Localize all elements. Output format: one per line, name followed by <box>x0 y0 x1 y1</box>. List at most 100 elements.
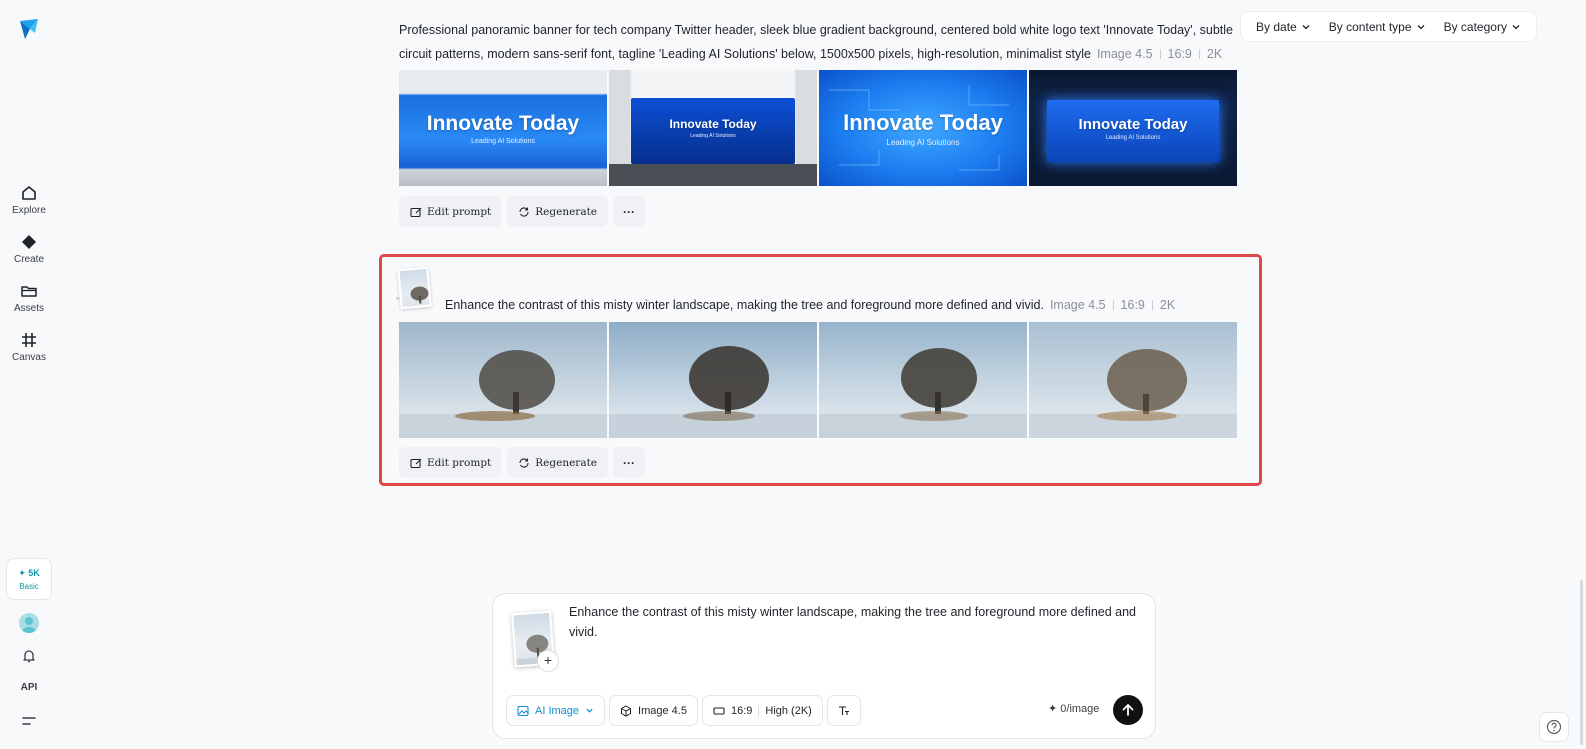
app-logo-icon[interactable] <box>17 17 41 41</box>
add-reference-button[interactable]: + <box>537 650 559 672</box>
sidebar: Explore Create Assets Canvas ✦ 5K Basic … <box>0 0 58 749</box>
text-style-button[interactable] <box>826 695 861 726</box>
sidebar-item-label: Create <box>13 254 44 265</box>
avatar[interactable] <box>19 613 39 633</box>
cube-icon <box>621 704 632 717</box>
sidebar-item-canvas[interactable]: Canvas <box>4 331 54 375</box>
composer-toolbar: AI Image Image 4.5 16:9 High (2K) <box>506 695 861 726</box>
diamond-icon <box>22 235 36 249</box>
regenerate-button[interactable]: Regenerate <box>507 196 609 227</box>
floor <box>609 164 817 186</box>
quote-icon: “ <box>396 296 400 307</box>
regenerate-button[interactable]: Regenerate <box>507 447 609 478</box>
prompt-input[interactable]: Enhance the contrast of this misty winte… <box>569 602 1139 642</box>
banner-subtitle: Leading AI Solutions <box>471 137 535 145</box>
regenerate-label: Regenerate <box>535 205 598 218</box>
sidebar-item-label: Canvas <box>12 352 46 363</box>
banner-subtitle: Leading AI Solutions <box>886 137 960 147</box>
generated-image[interactable] <box>609 322 817 438</box>
folder-icon <box>21 286 37 297</box>
generated-image[interactable] <box>1029 322 1237 438</box>
arrow-up-icon <box>1122 704 1134 716</box>
model-label: Image 4.5 <box>638 704 687 717</box>
text-format-icon <box>838 705 849 715</box>
edit-prompt-button[interactable]: Edit prompt <box>399 447 503 478</box>
api-link[interactable]: API <box>0 682 58 693</box>
canvas-icon <box>22 333 36 347</box>
model-label: Image 4.5 <box>1049 298 1106 312</box>
banner-subtitle: Leading AI Solutions <box>1105 134 1161 141</box>
more-options-button[interactable]: ··· <box>613 447 646 478</box>
generated-image[interactable]: Innovate Today Leading AI Solutions <box>399 70 607 186</box>
quality-label: High (2K) <box>765 704 812 717</box>
image-grid <box>399 322 1237 438</box>
image-grid: Innovate Today Leading AI Solutions Inno… <box>399 70 1237 186</box>
credits-badge[interactable]: ✦ 5K Basic <box>6 558 52 600</box>
refresh-icon <box>519 457 529 468</box>
scrollbar[interactable] <box>1580 580 1583 745</box>
generated-image[interactable] <box>399 322 607 438</box>
quality-label: 2K <box>1159 298 1176 312</box>
sidebar-item-assets[interactable]: Assets <box>4 282 54 326</box>
generation-meta: Image 4.5 16:9 2K <box>1097 47 1222 61</box>
edit-prompt-label: Edit prompt <box>427 205 492 218</box>
image-icon <box>517 705 529 716</box>
chevron-down-icon <box>1302 24 1310 29</box>
edit-prompt-label: Edit prompt <box>427 456 492 469</box>
tree-scene <box>399 350 607 438</box>
model-label: Image 4.5 <box>1096 47 1153 61</box>
help-icon <box>1546 719 1562 735</box>
generation-actions: Edit prompt Regenerate ··· <box>399 196 646 227</box>
ratio-quality-select[interactable]: 16:9 High (2K) <box>701 695 823 726</box>
ratio-label: 16:9 <box>1120 298 1145 312</box>
mode-select[interactable]: AI Image <box>506 695 606 726</box>
user-avatar-icon <box>22 617 36 633</box>
send-button[interactable] <box>1113 695 1143 725</box>
generated-image[interactable]: Innovate Today Leading AI Solutions <box>609 70 817 186</box>
filter-label: By date <box>1256 19 1297 34</box>
generation-actions: Edit prompt Regenerate ··· <box>399 447 646 478</box>
more-options-button[interactable]: ··· <box>613 196 646 227</box>
filter-bar: By date By content type By category <box>1240 11 1537 42</box>
generated-image[interactable]: Innovate Today Leading AI Solutions <box>819 70 1027 186</box>
model-select[interactable]: Image 4.5 <box>609 695 698 726</box>
filter-label: By content type <box>1328 19 1412 34</box>
reference-image-thumbnail[interactable] <box>397 266 432 310</box>
generation-prompt: Enhance the contrast of this misty winte… <box>445 293 1245 317</box>
filter-by-category[interactable]: By category <box>1444 20 1521 34</box>
generation-prompt: Professional panoramic banner for tech c… <box>399 18 1237 66</box>
sidebar-item-label: Assets <box>13 303 44 314</box>
chevron-down-icon <box>1417 24 1424 29</box>
prompt-text: Enhance the contrast of this misty winte… <box>445 298 1044 312</box>
banner-screen <box>631 98 795 164</box>
banner-title: Innovate Today <box>1078 115 1188 133</box>
ratio-label: 16:9 <box>730 704 753 717</box>
sidebar-item-explore[interactable]: Explore <box>4 184 54 228</box>
banner-title: Innovate Today <box>843 109 1003 135</box>
chevron-down-icon <box>586 708 593 713</box>
generated-image[interactable]: Innovate Today Leading AI Solutions <box>1029 70 1237 186</box>
bell-icon[interactable] <box>21 648 37 664</box>
menu-icon[interactable] <box>21 714 37 728</box>
aspect-ratio-icon <box>713 706 725 715</box>
mode-label: AI Image <box>535 704 580 717</box>
edit-prompt-button[interactable]: Edit prompt <box>399 196 503 227</box>
sidebar-item-create[interactable]: Create <box>4 233 54 277</box>
banner-subtitle: Leading AI Solutions <box>690 133 736 139</box>
cost-label: ✦ 0/image <box>1048 703 1100 715</box>
edit-icon <box>410 458 422 468</box>
ratio-label: 16:9 <box>1167 47 1192 61</box>
banner-title: Innovate Today <box>669 117 757 131</box>
sidebar-item-label: Explore <box>12 205 46 216</box>
edit-icon <box>410 207 422 217</box>
refresh-icon <box>519 206 529 217</box>
plan-label: Basic <box>19 581 39 591</box>
quality-label: 2K <box>1206 47 1223 61</box>
generated-image[interactable] <box>819 322 1027 438</box>
banner-title: Innovate Today <box>426 111 580 135</box>
filter-by-date[interactable]: By date <box>1256 20 1311 34</box>
filter-by-content-type[interactable]: By content type <box>1329 20 1426 34</box>
chevron-down-icon <box>1512 24 1520 29</box>
prompt-composer: + Enhance the contrast of this misty win… <box>492 593 1156 739</box>
help-button[interactable] <box>1539 712 1569 742</box>
